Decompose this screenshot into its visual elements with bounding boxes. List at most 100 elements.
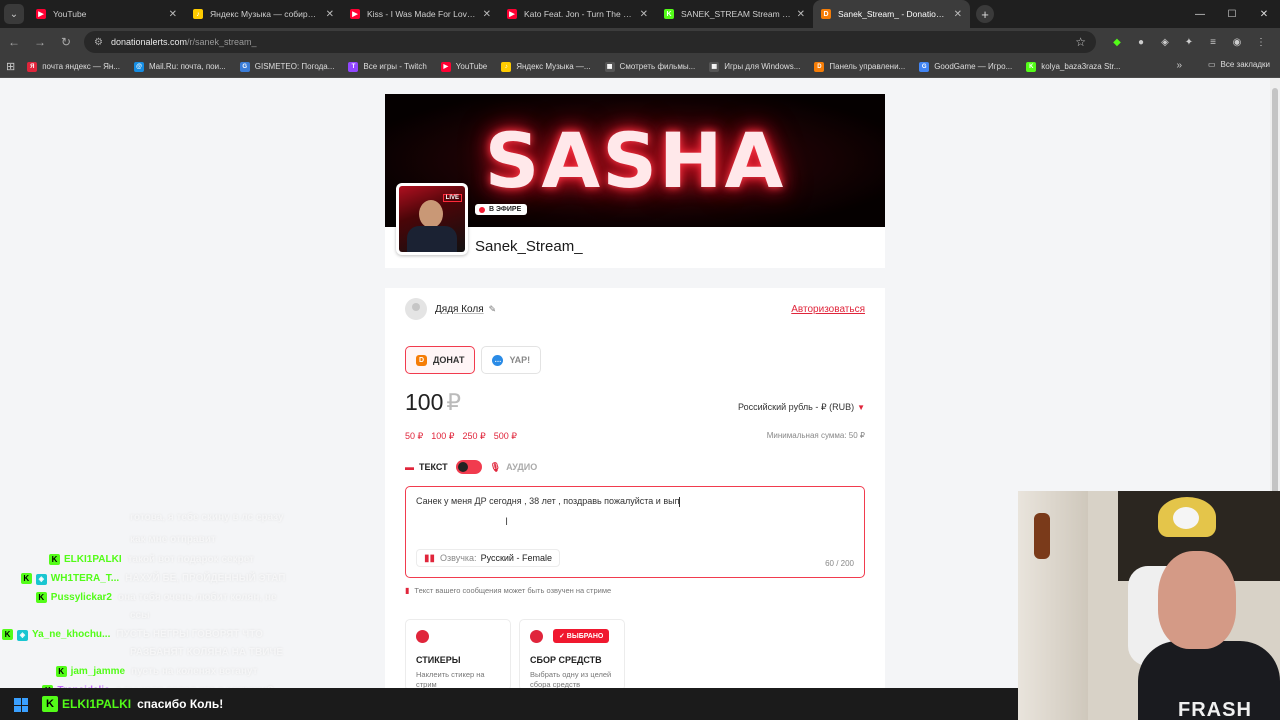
back-icon[interactable]: ←	[2, 30, 26, 54]
profile-icon[interactable]: ◉	[1228, 33, 1246, 51]
chat-text: ссы	[130, 610, 150, 621]
bookmark-item[interactable]: T Все игры - Twitch	[348, 61, 427, 72]
preset-amount-button[interactable]: 100 ₽	[431, 431, 454, 442]
more-bookmarks-icon[interactable]: »	[1176, 60, 1182, 71]
bookmark-label: YouTube	[455, 62, 488, 71]
bookmark-item[interactable]: ▶ YouTube	[440, 61, 488, 72]
feature-stickers-card[interactable]: СТИКЕРЫ Наклеить стикер на стрим	[405, 619, 511, 691]
preset-amount-button[interactable]: 250 ₽	[463, 431, 486, 442]
login-link[interactable]: Авторизоваться	[791, 304, 865, 315]
browser-tab[interactable]: ▶ Kiss - I Was Made For Lovin' Yo ✕	[342, 0, 499, 28]
user-avatar-icon	[405, 298, 427, 320]
text-audio-switch[interactable]	[455, 460, 482, 474]
chat-message: K ELKI1PALKI такой вот подарок секрет	[49, 554, 254, 565]
browser-tab[interactable]: K SANEK_STREAM Stream - W ✕	[656, 0, 813, 28]
maximize-icon[interactable]: ☐	[1216, 0, 1248, 28]
bookmark-item[interactable]: ▦ Игры для Windows...	[709, 61, 800, 72]
stream-chat-overlay: готова, я тебе скину в лс сразу как мне о…	[0, 496, 320, 692]
site-info-icon[interactable]: ⚙	[94, 37, 103, 48]
browser-tab[interactable]: ♪ Яндекс Музыка — собираем м ✕	[185, 0, 342, 28]
text-toggle-label[interactable]: ТЕКСТ	[419, 462, 448, 472]
bookmark-label: GISMETEO: Погода...	[254, 62, 335, 71]
chat-message: K ◈ WH1TERA_T... НАХУЙ БЕ, ПРОЙДЕННЫЙ ЭТАП	[20, 573, 286, 585]
bookmark-item[interactable]: D Панель управлени...	[814, 61, 905, 72]
windows-start-icon[interactable]	[14, 698, 28, 712]
extension-icon[interactable]: ●	[1132, 33, 1150, 51]
donor-name[interactable]: Дядя Коля	[435, 304, 484, 315]
all-bookmarks[interactable]: ▭ Все закладки	[1208, 60, 1270, 69]
chat-text: НАХУЙ БЕ, ПРОЙДЕННЫЙ ЭТАП	[125, 573, 286, 584]
tab-close-icon[interactable]: ✕	[797, 9, 805, 20]
mode-donate-button[interactable]: D ДОНАТ	[405, 346, 476, 374]
bookmark-label: kolya_baza3raza Str...	[1041, 62, 1121, 71]
mode-yap-label: YAP!	[509, 355, 531, 365]
tab-close-icon[interactable]: ✕	[326, 9, 334, 20]
bookmark-favicon-icon: ▦	[709, 61, 720, 72]
preset-amount-button[interactable]: 50 ₽	[405, 431, 423, 442]
tab-favicon-icon: ♪	[193, 9, 203, 19]
puzzle-icon[interactable]: ✦	[1180, 33, 1198, 51]
new-tab-button[interactable]: +	[976, 5, 994, 23]
kick-app-icon[interactable]: K	[42, 696, 58, 712]
bookmark-item[interactable]: G GISMETEO: Погода...	[239, 61, 335, 72]
apps-icon[interactable]: ⊞	[6, 60, 15, 73]
reload-icon[interactable]: ↻	[54, 30, 78, 54]
bookmark-star-icon[interactable]: ☆	[1075, 35, 1086, 49]
tab-close-icon[interactable]: ✕	[483, 9, 491, 20]
currency-select[interactable]: Российский рубль - ₽ (RUB) ▼	[738, 402, 865, 413]
sticker-icon	[416, 630, 429, 643]
browser-tab[interactable]: ▶ Kato Feat. Jon - Turn The Lights ✕	[499, 0, 656, 28]
chat-message: K ◈ Ya_ne_khochu... ПУСТЬ НЕГРЫ ГОВОРЯТ ЧТО	[2, 629, 263, 641]
forward-icon[interactable]: →	[28, 30, 52, 54]
bookmark-favicon-icon: G	[239, 61, 250, 72]
amount-input[interactable]: 100 ₽	[405, 389, 461, 416]
feature-description: Выбрать одну из целей сбора средств	[530, 670, 612, 689]
bookmark-item[interactable]: ♪ Яндекс Музыка —...	[501, 61, 591, 72]
donationalerts-icon: D	[416, 354, 427, 366]
bookmark-favicon-icon: K	[1026, 61, 1037, 72]
chat-text: РАЗБАНЯТ КОЛЯНА НА ТВИЧЕ	[130, 647, 284, 658]
currency-select-label: Российский рубль - ₽ (RUB)	[738, 402, 855, 412]
currency-symbol: ₽	[446, 389, 462, 415]
live-dot-icon	[479, 206, 485, 213]
preset-amount-button[interactable]: 500 ₽	[494, 431, 517, 442]
tab-title: Яндекс Музыка — собираем м	[210, 9, 320, 19]
tab-close-icon[interactable]: ✕	[954, 9, 962, 20]
message-textarea[interactable]: Санек у меня ДР сегодня , 38 лет , поздр…	[405, 486, 865, 578]
menu-icon[interactable]: ⋮	[1252, 33, 1270, 51]
bookmark-item[interactable]: @ Mail.Ru: почта, пои...	[134, 61, 226, 72]
url-host: donationalerts.com	[110, 37, 188, 47]
text-cursor	[679, 496, 681, 507]
bookmark-item[interactable]: ▦ Смотреть фильмы...	[604, 61, 695, 72]
url-bar[interactable]: ⚙ donationalerts.com/r/sanek_stream_ ☆	[84, 31, 1096, 53]
chat-text: ПУСТЬ НЕГРЫ ГОВОРЯТ ЧТО	[116, 629, 263, 640]
amount-value: 100	[405, 389, 444, 415]
bookmark-label: Mail.Ru: почта, пои...	[149, 62, 226, 71]
chat-text: готова, я тебе скину в лс сразу	[130, 512, 284, 523]
soundwave-icon: ▮▮	[424, 552, 436, 564]
selected-badge: ✓ ВЫБРАНО	[553, 629, 610, 643]
tab-search-button[interactable]: ⌄	[4, 4, 24, 24]
ibeam-cursor-icon: I	[505, 516, 509, 528]
edit-pencil-icon[interactable]: ✎	[489, 304, 497, 315]
chat-text: такой вот подарок секрет	[127, 554, 255, 565]
feature-fundraising-card[interactable]: ✓ ВЫБРАНО СБОР СРЕДСТВ Выбрать одну из ц…	[519, 619, 625, 691]
chat-author: WH1TERA_T...	[50, 573, 120, 584]
bookmark-item[interactable]: G GoodGame — Игро...	[919, 61, 1012, 72]
tab-close-icon[interactable]: ✕	[640, 9, 648, 20]
browser-tab[interactable]: ▶ YouTube ✕	[28, 0, 185, 28]
minimize-icon[interactable]: —	[1184, 0, 1216, 28]
browser-tab[interactable]: D Sanek_Stream_ - DonationAlerts ✕	[813, 0, 970, 28]
bookmark-item[interactable]: Kkolya_baza3raza Str...	[1026, 61, 1121, 72]
tab-close-icon[interactable]: ✕	[169, 9, 177, 20]
media-icon[interactable]: ≡	[1204, 33, 1222, 51]
address-toolbar: ← → ↻ ⚙ donationalerts.com/r/sanek_strea…	[0, 28, 1280, 56]
voice-select[interactable]: ▮▮ Озвучка: Русский - Female	[416, 549, 560, 567]
money-bag-icon	[530, 630, 543, 643]
bookmark-item[interactable]: Япочта яндекс — Ян...	[27, 61, 120, 72]
audio-toggle-label[interactable]: АУДИО	[506, 462, 537, 472]
extension-icon[interactable]: ◈	[1156, 33, 1174, 51]
mode-yap-button[interactable]: … YAP!	[481, 346, 542, 374]
extension-icon[interactable]: ◆	[1108, 33, 1126, 51]
close-window-icon[interactable]: ✕	[1248, 0, 1280, 28]
